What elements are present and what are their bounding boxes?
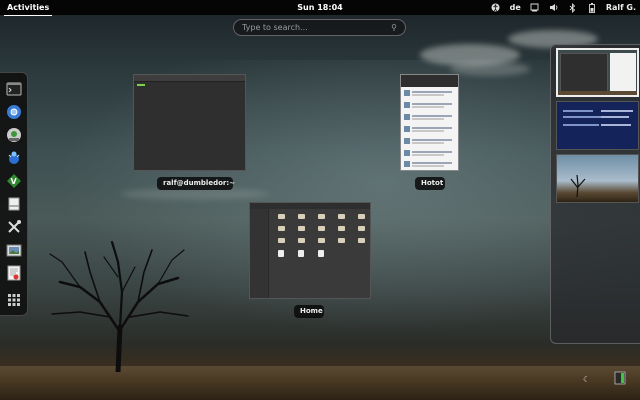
workspace-1-thumbnail[interactable] [556,48,639,97]
battery-icon[interactable] [587,2,597,13]
network-icon[interactable] [530,3,540,13]
volume-icon[interactable] [549,3,559,13]
search-box[interactable]: ⚲ [233,19,406,36]
list-item [404,90,456,99]
workspace-switcher [550,44,640,344]
folder-icon [338,214,345,219]
folder-icon [318,214,325,219]
wallpaper-tree [49,240,189,372]
window-caption-hotot[interactable]: Hotot [415,177,445,190]
keyboard-layout-indicator[interactable]: de [510,3,521,12]
terminal-icon[interactable] [5,80,23,98]
dash: V [0,72,28,316]
window-titlebar [401,75,458,87]
folder-icon [338,238,345,243]
list-item [404,114,456,123]
search-input[interactable] [242,23,392,32]
file-manager-icon[interactable] [5,195,23,213]
list-item [404,126,456,135]
vim-icon[interactable]: V [5,172,23,190]
notification-icon[interactable]: ☾ [583,375,590,384]
list-item [404,138,456,147]
message-tray-icon[interactable] [614,371,626,387]
folder-icon [278,238,285,243]
hotot-window-thumbnail[interactable] [400,74,459,171]
folder-icon [278,214,285,219]
folder-icon [298,214,305,219]
folder-icon [318,238,325,243]
accessibility-icon[interactable] [491,3,501,13]
window-caption-terminal[interactable]: ralf@dumbledor:~ [157,177,235,190]
file-icon [298,250,304,257]
folder-icon [298,238,305,243]
disk-utility-icon[interactable] [5,126,23,144]
folder-icon [338,226,345,231]
file-icon [278,250,284,257]
folder-icon [358,226,365,231]
home-window-thumbnail[interactable] [249,202,371,299]
folder-icon [298,226,305,231]
folder-icon [278,226,285,231]
image-viewer-icon[interactable] [5,241,23,259]
file-icon [318,250,324,257]
ladybug-icon[interactable] [5,149,23,167]
user-menu[interactable]: Ralf G. [606,3,636,12]
folder-icon [318,226,325,231]
workspace-tree-image [570,174,586,198]
list-item [404,150,456,159]
svg-text:V: V [11,177,18,186]
chromium-icon[interactable] [5,103,23,121]
folder-icon [358,214,365,219]
terminal-window-thumbnail[interactable] [133,74,246,171]
workspace-2-thumbnail[interactable] [556,101,639,150]
file-manager-sidebar [250,209,269,298]
wallpaper-cloud [450,62,530,76]
workspace-3-thumbnail[interactable] [556,154,639,203]
system-tray: de Ralf G. [491,0,640,15]
search-icon: ⚲ [391,23,397,32]
clock-label[interactable]: Sun 18:04 [297,3,342,12]
bluetooth-icon[interactable] [568,2,578,13]
folder-icon [358,238,365,243]
top-panel: Activities Sun 18:04 de Ralf G. [0,0,640,16]
text-editor-icon[interactable] [5,264,23,282]
terminal-cursor [137,84,145,86]
settings-tools-icon[interactable] [5,218,23,236]
list-item [404,161,456,170]
window-titlebar [134,75,245,82]
window-caption-home[interactable]: Home [294,305,324,318]
show-apps-icon[interactable] [5,291,23,309]
list-item [404,102,456,111]
